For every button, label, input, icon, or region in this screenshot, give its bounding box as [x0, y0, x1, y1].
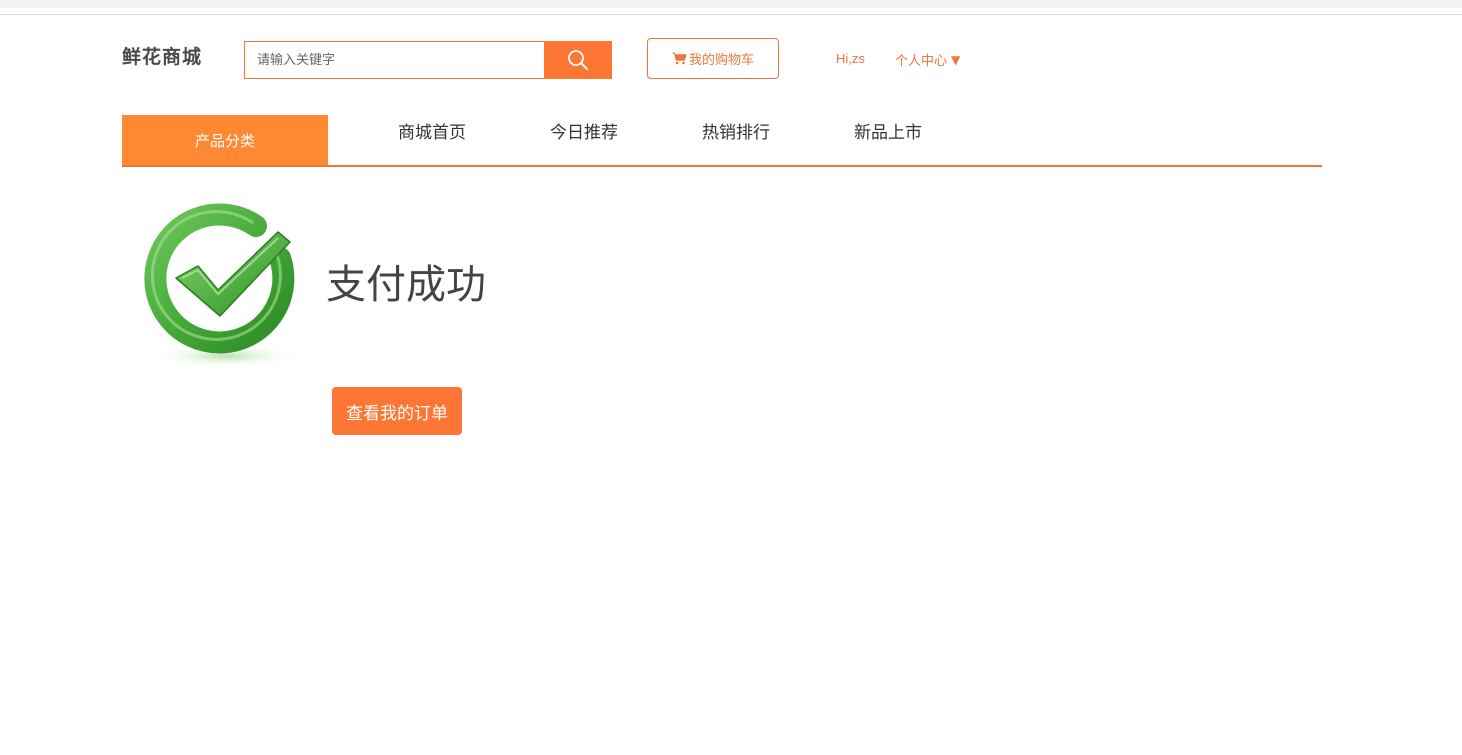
- nav-category-button[interactable]: 产品分类: [122, 115, 328, 165]
- chevron-down-icon: ▼: [951, 52, 961, 67]
- top-strip: [0, 0, 1462, 8]
- search-bar: [244, 41, 612, 79]
- payment-success-title: 支付成功: [326, 262, 486, 308]
- search-input[interactable]: [244, 41, 544, 79]
- search-button[interactable]: [544, 41, 612, 79]
- site-logo[interactable]: 鲜花商城: [122, 42, 202, 69]
- user-greeting[interactable]: Hi,zs: [836, 51, 865, 66]
- user-center-menu[interactable]: 个人中心 ▼: [895, 50, 961, 70]
- nav-item-hot[interactable]: 热销排行: [702, 118, 770, 143]
- view-orders-button[interactable]: 查看我的订单: [332, 387, 462, 435]
- nav-item-new[interactable]: 新品上市: [854, 118, 922, 143]
- search-icon: [567, 49, 589, 71]
- user-center-label: 个人中心: [895, 54, 948, 69]
- cart-label: 我的购物车: [688, 53, 754, 68]
- nav-item-home[interactable]: 商城首页: [398, 118, 466, 143]
- nav-item-recommend[interactable]: 今日推荐: [550, 118, 618, 143]
- success-check-icon: [138, 198, 308, 374]
- cart-icon: [672, 52, 687, 65]
- main-nav: 产品分类 商城首页 今日推荐 热销排行 新品上市: [122, 115, 1322, 167]
- cart-button[interactable]: 我的购物车: [647, 38, 779, 79]
- top-divider: [0, 14, 1462, 15]
